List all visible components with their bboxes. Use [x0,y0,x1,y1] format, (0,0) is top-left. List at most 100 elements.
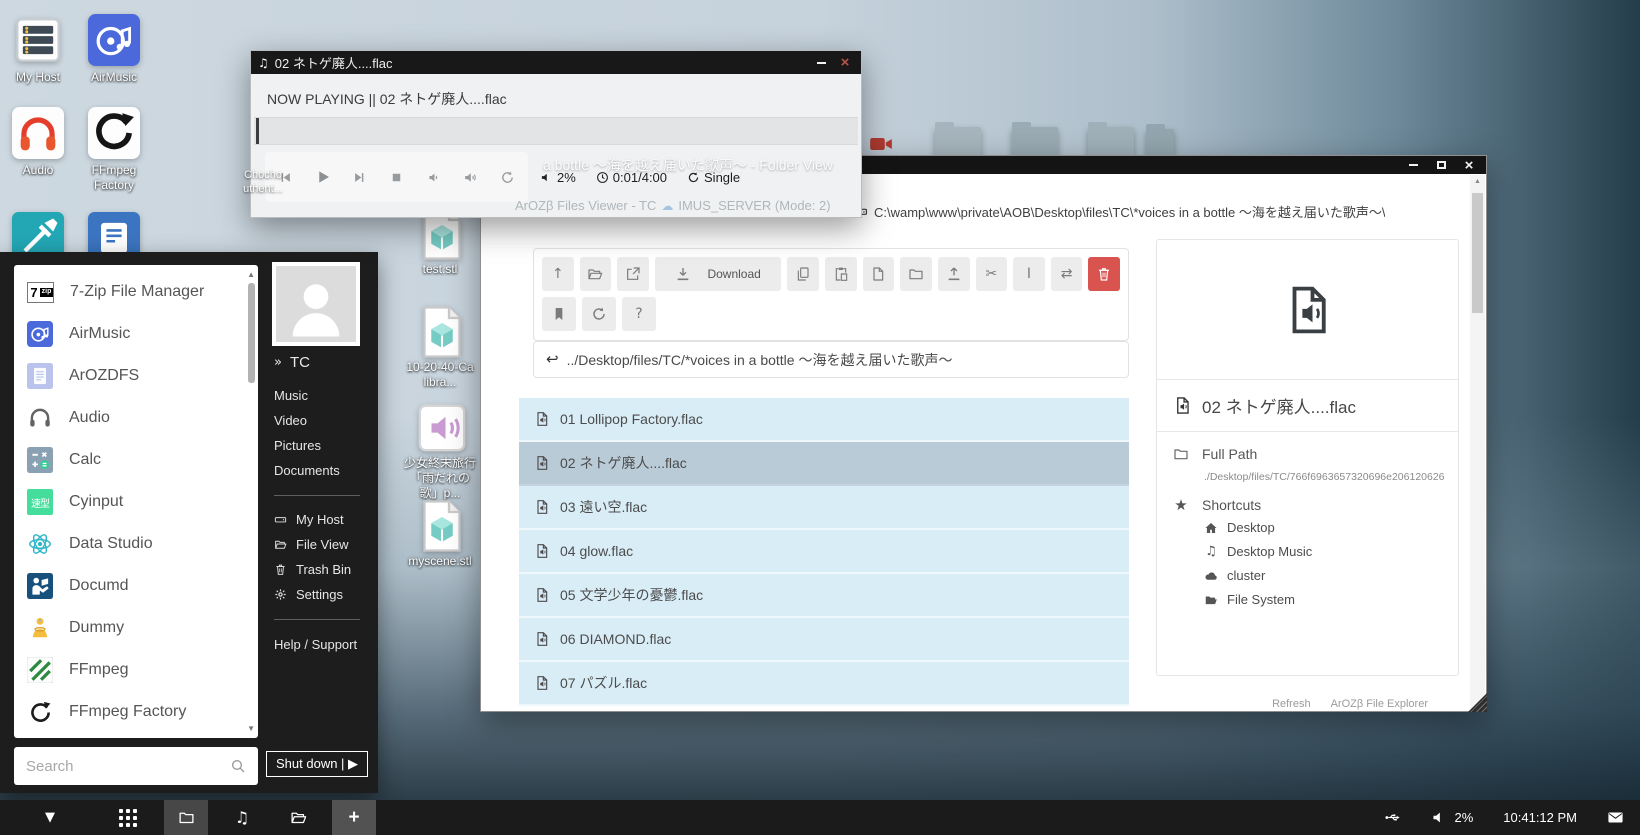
app-item-airmusic[interactable]: AirMusic [14,313,243,355]
toolbar-help-button[interactable]: ? [622,297,656,331]
scrollbar-thumb[interactable] [1472,193,1483,313]
full-path-section: Full Path [1173,446,1442,462]
username[interactable]: » TC [274,354,310,371]
toolbar-move-button[interactable]: ⇄ [1051,257,1083,291]
play-icon [314,168,332,186]
video-camera-icon[interactable] [866,131,896,157]
close-icon[interactable] [1460,158,1478,172]
app-item-calc[interactable]: Calc [14,439,243,481]
desktop-icon-ffmpeg-factory[interactable]: FFmpeg Factory [76,107,152,193]
app-item-ffmpeg-factory[interactable]: FFmpeg Factory [14,691,243,733]
app-drawer-button[interactable] [106,800,150,835]
toolbar-cut-button[interactable]: ✂ [976,257,1008,291]
toolbar-upload-button[interactable] [938,257,970,291]
minimize-icon[interactable] [812,56,830,70]
search-input[interactable]: Search [14,747,258,785]
close-icon[interactable] [836,56,854,70]
file-row-0[interactable]: 01 Lollipop Factory.flac [519,398,1129,442]
file-row-3[interactable]: 04 glow.flac [519,530,1129,574]
toolbar-bookmark-button[interactable] [542,297,576,331]
file-row-5[interactable]: 06 DIAMOND.flac [519,618,1129,662]
reload-button[interactable] [489,154,526,200]
toolbar-refresh-button[interactable] [582,297,616,331]
volume-tray[interactable]: 2% [1431,809,1473,826]
taskbar-music-button[interactable]: ♫ [220,800,264,835]
loop-mode-status[interactable]: Single [687,170,740,185]
player-titlebar[interactable]: ♫ 02 ネトゲ廃人....flac [251,51,861,74]
app-item-documd[interactable]: Documd [14,565,243,607]
clock[interactable]: 10:41:12 PM [1503,810,1577,825]
desktop-icon-10-20-40-ca-libra[interactable]: 10-20-40-Ca libra... [402,304,478,390]
shortcut-desktop-music[interactable]: ♫Desktop Music [1204,544,1458,559]
usb-tray-icon[interactable] [1384,809,1401,826]
file-row-6[interactable]: 07 パズル.flac [519,662,1129,706]
toolbar-download-button[interactable]: Download [655,257,782,291]
file-row-1[interactable]: 02 ネトゲ廃人....flac [519,442,1129,486]
system-link-file-view[interactable]: File View [274,532,351,557]
app-item-7-zip-file-manager[interactable]: 7zip7-Zip File Manager [14,271,243,313]
scrollbar-thumb[interactable] [248,283,255,383]
quick-link-documents[interactable]: Documents [274,458,340,483]
shortcut-cluster[interactable]: cluster [1204,568,1458,583]
toolbar-new-folder-button[interactable] [900,257,932,291]
system-link-settings[interactable]: Settings [274,582,351,607]
app-item-data-studio[interactable]: Data Studio [14,523,243,565]
toolbar-open-button[interactable] [580,257,612,291]
quick-link-video[interactable]: Video [274,408,340,433]
minimize-icon[interactable] [1404,158,1422,172]
app-item-dummy[interactable]: Dummy [14,607,243,649]
shutdown-button[interactable]: Shut down | ▶ [266,751,368,777]
volume-up-button[interactable] [452,154,489,200]
toolbar-new-file-button[interactable] [863,257,895,291]
app-item-cyinput[interactable]: 速型Cyinput [14,481,243,523]
help-support-link[interactable]: Help / Support [274,637,357,652]
scrollbar[interactable]: ▲ [1470,175,1485,710]
app-item-ffmpeg[interactable]: FFmpeg [14,649,243,691]
scroll-up-icon[interactable]: ▲ [1470,178,1485,185]
bookmark-icon [551,306,567,322]
toolbar-copy-button[interactable] [787,257,819,291]
scroll-up-icon[interactable]: ▲ [247,270,255,279]
desktop-icon-airmusic[interactable]: AirMusic [76,14,152,85]
new-window-button[interactable]: + [332,800,376,835]
file-row-2[interactable]: 03 遠い空.flac [519,486,1129,530]
desktop-icon-audio[interactable]: Audio [0,107,76,178]
seek-bar[interactable] [254,117,858,145]
toolbar-delete-button[interactable] [1088,257,1120,291]
server-icon [12,14,64,66]
shortcut-desktop[interactable]: Desktop [1204,520,1458,535]
volume-down-button[interactable] [415,154,452,200]
desktop-icon-my-host[interactable]: My Host [0,14,76,85]
shortcut-file-system[interactable]: File System [1204,592,1458,607]
maximize-icon[interactable] [1432,158,1450,172]
avatar[interactable] [272,262,360,346]
file-explorer-window: C:\wamp\www\private\AOB\Desktop\files\TC… [480,155,1487,712]
taskbar-fileview-button[interactable] [276,800,320,835]
breadcrumb[interactable]: ↩ ../Desktop/files/TC/*voices in a bottl… [533,341,1129,378]
trash-icon [274,563,287,576]
app-item-audio[interactable]: Audio [14,397,243,439]
quick-link-music[interactable]: Music [274,383,340,408]
taskbar-folder-button[interactable] [164,800,208,835]
refresh-link[interactable]: Refresh [1272,698,1311,710]
previous-button[interactable] [267,154,304,200]
desktop-icon-p[interactable]: 少女終末旅行「雨だれの歌」p... [402,400,478,501]
ibeam-icon: I [1027,267,1031,281]
hide-menu-button[interactable]: ▼ [28,800,72,835]
scroll-down-icon[interactable]: ▼ [247,724,255,733]
notifications-tray[interactable] [1607,809,1624,826]
quick-link-pictures[interactable]: Pictures [274,433,340,458]
toolbar: ↑ Download ✂ I ⇄ [533,248,1129,341]
toolbar-parent-dir-button[interactable]: ↑ [542,257,574,291]
play-button[interactable] [304,154,341,200]
next-button[interactable] [341,154,378,200]
toolbar-paste-button[interactable] [825,257,857,291]
system-link-trash-bin[interactable]: Trash Bin [274,557,351,582]
system-link-my-host[interactable]: My Host [274,507,351,532]
desktop-icon-myscene-stl[interactable]: myscene.stl [402,498,478,569]
toolbar-rename-button[interactable]: I [1013,257,1045,291]
file-row-4[interactable]: 05 文学少年の憂鬱.flac [519,574,1129,618]
toolbar-open-external-button[interactable] [617,257,649,291]
stop-button[interactable] [378,154,415,200]
app-item-arozdfs[interactable]: ArOZDFS [14,355,243,397]
